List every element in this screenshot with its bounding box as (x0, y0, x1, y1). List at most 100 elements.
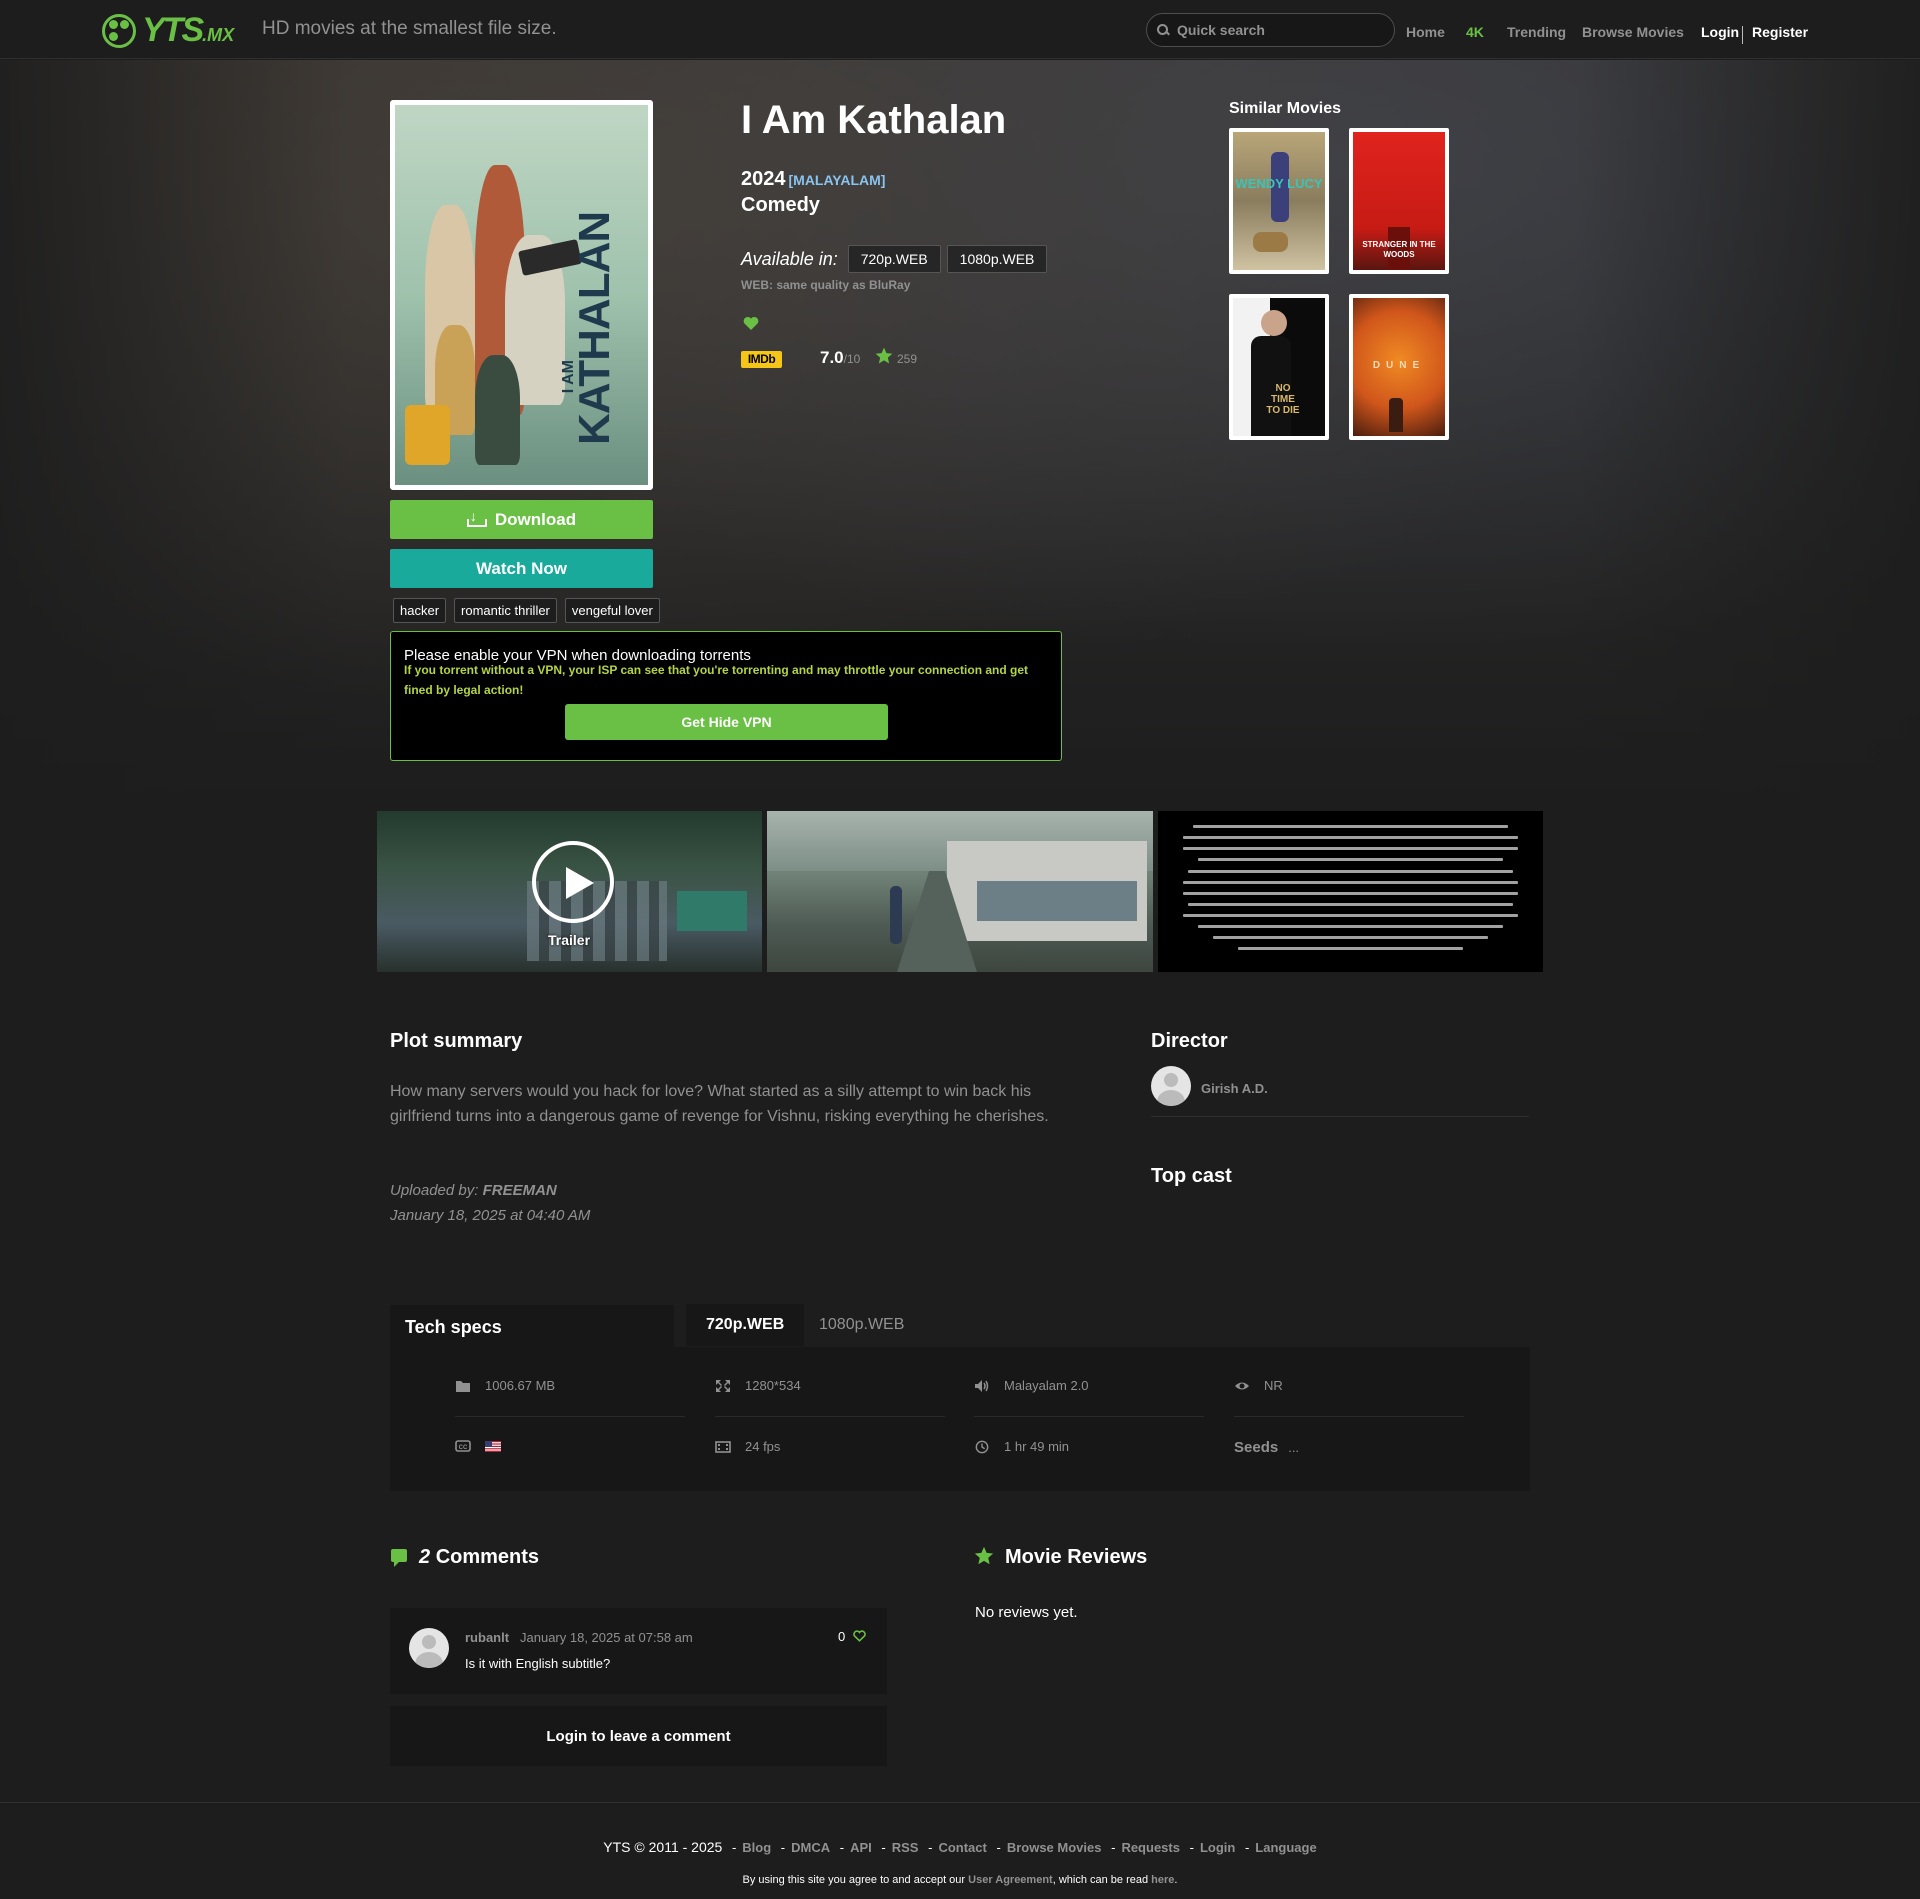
uploader-name: FREEMAN (482, 1182, 557, 1199)
tagline: HD movies at the smallest file size. (262, 18, 557, 39)
footer-link-blog[interactable]: Blog (742, 1840, 771, 1855)
footer-link-dmca[interactable]: DMCA (791, 1840, 830, 1855)
heart-outline-icon[interactable] (853, 1630, 866, 1642)
movie-poster: I AM KATHALAN (390, 100, 653, 490)
folder-icon (456, 1380, 470, 1392)
eye-icon (1235, 1382, 1249, 1389)
tech-specs-panel (390, 1347, 1530, 1491)
star-icon (875, 347, 893, 364)
footer-link-api[interactable]: API (850, 1840, 872, 1855)
upload-date: January 18, 2025 at 04:40 AM (390, 1207, 591, 1224)
user-agreement-here-link[interactable]: here (1151, 1874, 1174, 1886)
similar-movie-poster[interactable]: WENDY LUCY (1229, 128, 1329, 274)
tag[interactable]: hacker (393, 598, 447, 623)
top-header: YTS.MX HD movies at the smallest file si… (0, 0, 1920, 59)
similar-movie-poster[interactable]: DUNE (1349, 294, 1449, 440)
watch-now-button[interactable]: Watch Now (390, 549, 653, 588)
director-heading: Director (1151, 1030, 1228, 1052)
available-qualities: Available in: 720p.WEB 1080p.WEB (741, 245, 1053, 273)
upload-info: Uploaded by: FREEMAN January 18, 2025 at… (390, 1178, 590, 1228)
nav-divider (1742, 26, 1743, 44)
plot-summary-text: How many servers would you hack for love… (390, 1083, 1049, 1125)
spec-seeds: Seeds ... (1234, 1439, 1299, 1456)
trailer-thumbnail[interactable]: Trailer (377, 811, 762, 972)
search-icon (1157, 24, 1169, 36)
comment-icon (391, 1549, 407, 1567)
footer-link-contact[interactable]: Contact (938, 1840, 986, 1855)
yts-logo[interactable]: YTS.MX (100, 8, 234, 52)
quality-1080p[interactable]: 1080p.WEB (946, 245, 1048, 273)
screenshot-thumbnail[interactable] (767, 811, 1153, 972)
nav-login[interactable]: Login (1701, 24, 1739, 40)
footer-link-browse-movies[interactable]: Browse Movies (1007, 1840, 1102, 1855)
footer-link-login[interactable]: Login (1200, 1840, 1235, 1855)
imdb-votes: 259 (897, 352, 918, 366)
footer-link-requests[interactable]: Requests (1121, 1840, 1180, 1855)
user-agreement-note: By using this site you agree to and acce… (742, 1874, 1178, 1886)
comment-item: rubanlt January 18, 2025 at 07:58 am Is … (390, 1608, 887, 1694)
search-input[interactable] (1177, 22, 1367, 38)
user-agreement-link[interactable]: User Agreement (968, 1874, 1053, 1886)
closed-captions-icon: CC (455, 1440, 471, 1452)
quality-720p[interactable]: 720p.WEB (847, 245, 941, 273)
get-vpn-button[interactable]: Get Hide VPN (565, 704, 888, 740)
divider (974, 1416, 1204, 1417)
divider (455, 1416, 685, 1417)
nav-trending[interactable]: Trending (1507, 24, 1566, 40)
movie-genre: Comedy (741, 194, 820, 216)
tech-specs-heading: Tech specs (405, 1317, 502, 1337)
tech-specs-header: Tech specs (390, 1305, 674, 1347)
spec-audio: Malayalam 2.0 (974, 1378, 1089, 1393)
comments-heading: 2 Comments (419, 1546, 540, 1568)
nav-4k[interactable]: 4K (1466, 24, 1484, 40)
available-label: Available in: (741, 248, 838, 269)
seeds-label: Seeds (1234, 1439, 1279, 1456)
imdb-icon[interactable]: IMDb (741, 351, 782, 368)
nav-register[interactable]: Register (1752, 24, 1808, 40)
poster-title: KATHALAN (570, 211, 619, 445)
comment-date: January 18, 2025 at 07:58 am (520, 1630, 693, 1645)
top-cast-heading: Top cast (1151, 1165, 1232, 1187)
similar-movie-poster[interactable]: NO TIME TO DIE (1229, 294, 1329, 440)
nav-home[interactable]: Home (1406, 24, 1445, 40)
quick-search[interactable] (1146, 13, 1395, 47)
footer-link-language[interactable]: Language (1255, 1840, 1316, 1855)
trailer-label: Trailer (547, 932, 591, 948)
director-name[interactable]: Girish A.D. (1201, 1081, 1268, 1096)
logo-text: YTS.MX (142, 10, 235, 49)
vpn-warning-box: Please enable your VPN when downloading … (390, 631, 1062, 761)
spec-subtitles: CC (455, 1439, 501, 1453)
like-heart-icon[interactable] (743, 316, 759, 331)
comment-author[interactable]: rubanlt (465, 1630, 509, 1645)
spec-runtime: 1 hr 49 min (974, 1439, 1069, 1454)
login-to-comment-button[interactable]: Login to leave a comment (390, 1706, 887, 1766)
divider (1234, 1416, 1464, 1417)
plot-summary-heading: Plot summary (390, 1030, 523, 1052)
nav-browse-movies[interactable]: Browse Movies (1582, 24, 1684, 40)
similar-movies-heading: Similar Movies (1229, 100, 1342, 117)
footer-links: YTS © 2011 - 2025 - Blog - DMCA - API - RSS … (603, 1839, 1317, 1855)
avatar[interactable] (409, 1628, 449, 1668)
copyright: YTS © 2011 - 2025 (603, 1839, 723, 1855)
tab-720p-web[interactable]: 720p.WEB (686, 1304, 805, 1346)
tag[interactable]: romantic thriller (454, 598, 557, 623)
play-icon[interactable] (532, 841, 614, 923)
spec-file-size: 1006.67 MB (455, 1378, 555, 1393)
logo-mark-icon (100, 10, 140, 50)
director-avatar[interactable] (1151, 1066, 1191, 1106)
us-flag-icon[interactable] (485, 1440, 501, 1452)
web-quality-note: WEB: same quality as BluRay (741, 278, 911, 292)
tag[interactable]: vengeful lover (564, 598, 660, 623)
spec-resolution: 1280*534 (715, 1378, 801, 1393)
screenshot-thumbnail[interactable] (1158, 811, 1543, 972)
tab-1080p-web[interactable]: 1080p.WEB (799, 1304, 924, 1346)
similar-movie-poster[interactable]: STRANGER IN THE WOODS (1349, 128, 1449, 274)
footer-link-rss[interactable]: RSS (892, 1840, 919, 1855)
no-reviews-text: No reviews yet. (975, 1604, 1078, 1621)
download-button[interactable]: Download (390, 500, 653, 539)
star-icon (974, 1546, 994, 1565)
spec-fps: 24 fps (715, 1439, 780, 1454)
divider (1151, 1116, 1529, 1117)
movie-title: I Am Kathalan (741, 98, 1007, 142)
volume-icon (975, 1379, 989, 1392)
